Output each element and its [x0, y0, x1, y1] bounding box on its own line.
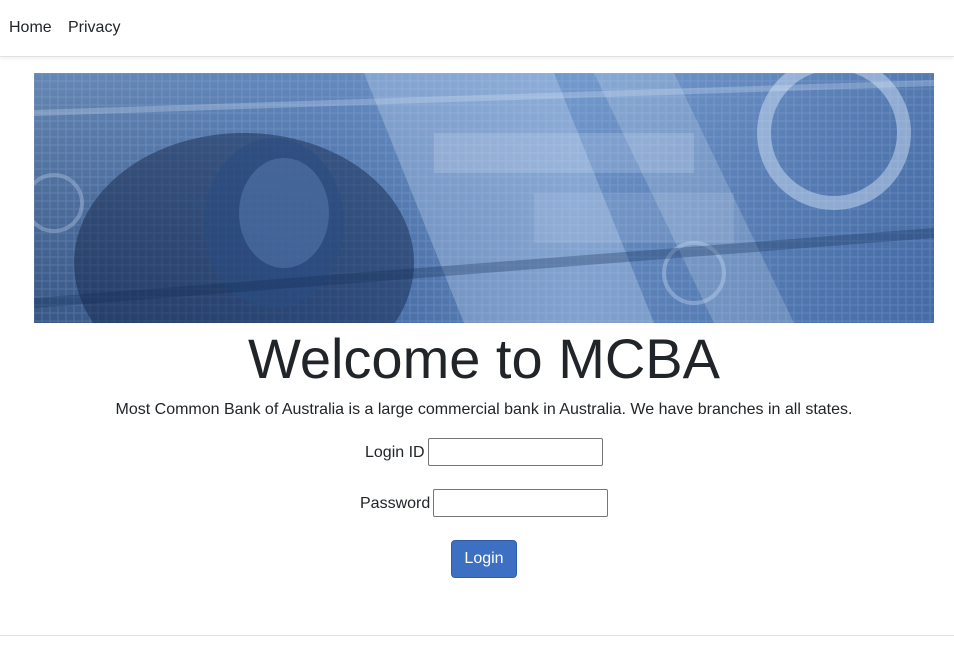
banner-image: [34, 73, 934, 323]
nav-privacy-link[interactable]: Privacy: [68, 18, 120, 38]
footer-divider: [0, 635, 954, 636]
banner-dollar-art: [34, 73, 934, 323]
tagline-text: Most Common Bank of Australia is a large…: [115, 401, 853, 418]
login-button[interactable]: Login: [451, 540, 517, 578]
login-id-label: Login ID: [365, 444, 425, 461]
login-id-input[interactable]: [428, 438, 603, 466]
password-input[interactable]: [433, 489, 608, 517]
top-navbar: Home Privacy: [0, 0, 954, 57]
nav-home-link[interactable]: Home: [9, 18, 52, 38]
password-label: Password: [360, 495, 431, 512]
page-title: Welcome to MCBA: [248, 327, 720, 390]
